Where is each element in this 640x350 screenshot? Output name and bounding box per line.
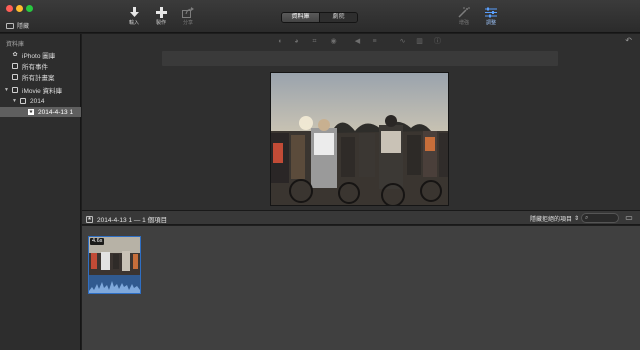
browser-header: ★ 2014-4-13 1 — 1 個項目 隱藏拒絕的項目 ⇕ ⌕ ▭ <box>82 210 640 225</box>
sidebar-item-imovie-library[interactable]: ▼ iMovie 資料庫 <box>0 85 81 95</box>
adjust-label: 調整 <box>485 20 496 26</box>
sidebar-item-label: iMovie 資料庫 <box>22 88 63 95</box>
sidebar-toggle-icon <box>6 22 14 29</box>
noise-reduction-icon[interactable]: ≡ <box>371 38 378 45</box>
enhance-label: 增強 <box>458 20 469 26</box>
top-toolbar: 隱藏 輸入 製作 分享 資料庫 劇院 增強 調整 <box>0 0 640 33</box>
adjust-sliders-icon <box>485 7 497 18</box>
filter-label: 隱藏拒絕的項目 <box>530 217 573 223</box>
adjustment-toolbar: ◐ ◕ ⌗ ◉ ◀ ≡ ∿ ▥ ⓘ ↶ <box>82 34 640 48</box>
events-icon <box>12 63 18 69</box>
folder-icon <box>20 98 26 104</box>
plus-icon <box>155 7 167 18</box>
clip-filter-icon[interactable]: ▥ <box>416 38 423 45</box>
library-theater-switch: 資料庫 劇院 <box>281 12 358 23</box>
enhance-button[interactable]: 增強 <box>451 7 477 26</box>
clip-audio-waveform <box>89 275 140 293</box>
share-label: 分享 <box>182 20 193 26</box>
chevron-updown-icon: ⇕ <box>574 216 580 222</box>
filmstrip-settings-icon: ▭ <box>625 213 633 222</box>
event-title: ★ 2014-4-13 1 — 1 個項目 <box>86 214 167 224</box>
sidebar-item-all-events[interactable]: 所有事件 <box>0 61 81 71</box>
segment-theater[interactable]: 劇院 <box>319 13 357 22</box>
hide-libraries-button[interactable]: 隱藏 <box>6 21 29 30</box>
share-icon <box>182 7 194 18</box>
adjustment-strip <box>162 51 558 66</box>
library-icon <box>12 87 18 93</box>
viewer-pane: ◐ ◕ ⌗ ◉ ◀ ≡ ∿ ▥ ⓘ ↶ <box>82 34 640 210</box>
stabilization-icon[interactable]: ◉ <box>330 38 337 45</box>
event-title-label: 2014-4-13 1 — 1 個項目 <box>97 217 168 224</box>
iphoto-icon: ✿ <box>12 52 18 58</box>
sidebar-item-label: 所有事件 <box>22 64 48 71</box>
create-button[interactable]: 製作 <box>148 7 174 26</box>
segment-library[interactable]: 資料庫 <box>282 13 319 22</box>
projects-icon <box>12 74 18 80</box>
cyclists-preview-image <box>271 73 448 205</box>
window-zoom-button[interactable] <box>26 5 33 12</box>
libraries-sidebar: 資料庫 ✿ iPhoto 圖庫 所有事件 所有計畫案 ▼ iMovie 資料庫 … <box>0 34 81 350</box>
star-icon: ★ <box>86 215 93 223</box>
sidebar-item-label: 2014 <box>30 97 45 105</box>
sidebar-item-label: iPhoto 圖庫 <box>22 53 56 60</box>
import-label: 輸入 <box>128 20 139 26</box>
sidebar-item-2014[interactable]: ▼ 2014 <box>0 96 81 106</box>
info-icon[interactable]: ⓘ <box>434 38 441 45</box>
search-field[interactable]: ⌕ <box>581 213 619 223</box>
create-label: 製作 <box>155 20 166 26</box>
magic-wand-icon <box>458 7 470 18</box>
color-balance-icon[interactable]: ◐ <box>277 38 284 45</box>
reset-icon[interactable]: ↶ <box>625 36 632 45</box>
window-minimize-button[interactable] <box>16 5 23 12</box>
search-icon: ⌕ <box>585 214 589 221</box>
sidebar-item-label: 2014-4-13 1 <box>38 108 74 116</box>
download-arrow-icon <box>129 7 139 17</box>
clip-thumbnail[interactable]: 4.6s <box>88 236 141 294</box>
sidebar-item-event-2014-4-13[interactable]: ★ 2014-4-13 1 <box>0 107 81 117</box>
volume-icon[interactable]: ◀ <box>354 38 361 45</box>
color-correction-icon[interactable]: ◕ <box>293 38 300 45</box>
sidebar-item-label: 所有計畫案 <box>22 75 55 82</box>
window-close-button[interactable] <box>6 5 13 12</box>
sidebar-header: 資料庫 <box>6 42 25 48</box>
share-button[interactable]: 分享 <box>175 7 201 26</box>
sidebar-item-iphoto[interactable]: ✿ iPhoto 圖庫 <box>0 50 81 60</box>
crop-icon[interactable]: ⌗ <box>311 38 318 45</box>
disclosure-triangle-icon[interactable]: ▼ <box>4 87 10 93</box>
import-button[interactable]: 輸入 <box>121 7 147 26</box>
filter-popup-button[interactable]: 隱藏拒絕的項目 ⇕ <box>530 214 579 223</box>
disclosure-triangle-icon[interactable]: ▼ <box>12 98 18 104</box>
hide-libraries-label: 隱藏 <box>17 24 30 30</box>
clip-settings-button[interactable]: ▭ <box>624 213 634 223</box>
adjust-button[interactable]: 調整 <box>478 7 504 26</box>
speed-icon[interactable]: ∿ <box>399 38 406 45</box>
sidebar-item-all-projects[interactable]: 所有計畫案 <box>0 72 81 82</box>
clip-duration-badge: 4.6s <box>90 238 105 245</box>
waveform-icon <box>89 281 140 293</box>
star-icon: ★ <box>28 109 34 115</box>
event-browser: 4.6s <box>82 226 640 350</box>
video-preview[interactable] <box>270 72 449 206</box>
